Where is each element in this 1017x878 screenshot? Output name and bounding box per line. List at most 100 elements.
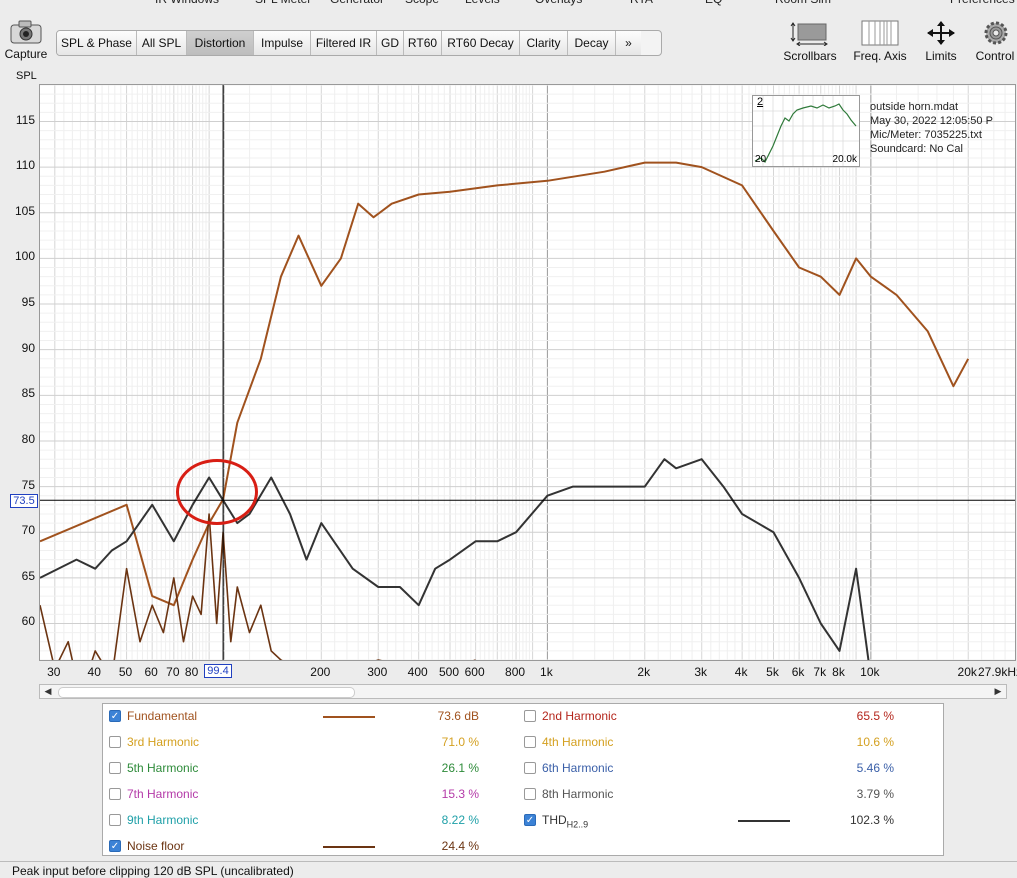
x-tick-label: 1k — [540, 665, 553, 679]
trace-checkbox[interactable]: ✓ — [109, 710, 121, 722]
menu-item[interactable]: SPL Meter — [255, 0, 311, 6]
legend-item-3rd-harmonic: 3rd Harmonic 71.0 % — [109, 734, 519, 752]
trace-value: 65.5 % — [856, 709, 894, 723]
x-tick-label: 2k — [637, 665, 651, 679]
trace-name: 5th Harmonic — [127, 761, 198, 775]
legend-item-fundamental: ✓ Fundamental 73.6 dB — [109, 708, 519, 726]
trace-checkbox[interactable] — [524, 762, 536, 774]
capture-label: Capture — [4, 47, 48, 61]
trace-checkbox[interactable] — [524, 788, 536, 800]
trace-name: 4th Harmonic — [542, 735, 613, 749]
tab-rt60-decay[interactable]: RT60 Decay — [442, 31, 520, 55]
tab-all-spl[interactable]: All SPL — [137, 31, 187, 55]
menu-item[interactable]: Overlays — [535, 0, 582, 6]
trace-name: 9th Harmonic — [127, 813, 198, 827]
trace-name-text: 7th Harmonic — [127, 787, 199, 801]
camera-icon — [10, 20, 42, 44]
measurement-thumbnail[interactable]: 2 20 20.0k — [752, 95, 860, 167]
x-tick-label: 60 — [144, 665, 158, 679]
tab-gd[interactable]: GD — [377, 31, 404, 55]
graph-canvas[interactable] — [40, 85, 1015, 660]
trace-value: 71.0 % — [441, 735, 479, 749]
scroll-left-icon[interactable]: ◀ — [41, 685, 55, 698]
trace-line-swatch — [323, 716, 375, 718]
x-tick-label: 30 — [47, 665, 61, 679]
gear-icon — [984, 21, 1008, 45]
capture-button[interactable]: Capture — [2, 18, 50, 64]
trace-name: 8th Harmonic — [542, 787, 613, 801]
trace-name: 6th Harmonic — [542, 761, 613, 775]
menu-item[interactable]: Levels — [465, 0, 500, 6]
menu-item[interactable]: EQ — [705, 0, 722, 6]
scrollbar-thumb[interactable] — [58, 687, 355, 698]
menu-item[interactable]: Scope — [405, 0, 439, 6]
trace-value: 3.79 % — [856, 787, 894, 801]
menu-item[interactable]: Preferences — [950, 0, 1015, 6]
trace-name: 7th Harmonic — [127, 787, 198, 801]
x-tick-label: 400 — [407, 665, 428, 679]
legend-item-7th-harmonic: 7th Harmonic 15.3 % — [109, 786, 519, 804]
trace-name: 3rd Harmonic — [127, 735, 199, 749]
trace-name: Fundamental — [127, 709, 197, 723]
distortion-graph[interactable] — [39, 84, 1016, 661]
status-text: Peak input before clipping 120 dB SPL (u… — [12, 864, 294, 878]
trace-name-text: 2nd Harmonic — [542, 709, 617, 723]
thumbnail-x-end: 20.0k — [832, 154, 857, 165]
legend-item-9th-harmonic: 9th Harmonic 8.22 % — [109, 812, 519, 830]
x-tick-label: 27.9kHz — [977, 665, 1017, 679]
y-tick-label: 90 — [21, 340, 35, 355]
trace-checkbox[interactable] — [524, 710, 536, 722]
tab-more[interactable]: » — [616, 31, 641, 55]
tab-distortion[interactable]: Distortion — [187, 31, 254, 55]
trace-name-text: 8th Harmonic — [542, 787, 614, 801]
trace-name: THDH2..9 — [542, 813, 588, 829]
y-tick-label: 105 — [14, 203, 35, 218]
x-tick-label: 600 — [464, 665, 485, 679]
trace-name-text: Noise floor — [127, 839, 185, 853]
legend-item-6th-harmonic: 6th Harmonic 5.46 % — [524, 760, 934, 778]
trace-checkbox[interactable] — [524, 736, 536, 748]
menu-item[interactable]: RTA — [630, 0, 653, 6]
trace-checkbox[interactable] — [109, 814, 121, 826]
tab-decay[interactable]: Decay — [568, 31, 616, 55]
scroll-right-icon[interactable]: ▶ — [991, 685, 1005, 698]
legend-item-noise-floor: ✓ Noise floor 24.4 % — [109, 838, 519, 856]
tab-clarity[interactable]: Clarity — [520, 31, 568, 55]
thumbnail-index: 2 — [757, 96, 764, 108]
menu-item[interactable]: IR Windows — [155, 0, 219, 6]
y-axis-unit: SPL — [16, 70, 37, 82]
y-tick-label: 85 — [21, 386, 35, 401]
legend-item-5th-harmonic: 5th Harmonic 26.1 % — [109, 760, 519, 778]
x-tick-label: 50 — [118, 665, 133, 679]
legend-item-8th-harmonic: 8th Harmonic 3.79 % — [524, 786, 934, 804]
trace-value: 24.4 % — [441, 839, 479, 853]
tab-impulse[interactable]: Impulse — [254, 31, 311, 55]
cursor-level-readout[interactable]: 73.5 — [10, 494, 38, 508]
tab-filtered-ir[interactable]: Filtered IR — [311, 31, 377, 55]
thumbnail-x-start: 20 — [755, 154, 767, 165]
trace-checkbox[interactable]: ✓ — [524, 814, 536, 826]
trace-checkbox[interactable] — [109, 788, 121, 800]
trace-legend: ✓ Fundamental 73.6 dB 2nd Harmonic 65.5 % 3rd… — [102, 703, 944, 856]
control-label: Control — [975, 49, 1015, 63]
menu-item[interactable]: Generator — [330, 0, 384, 6]
trace-name-text: THD — [542, 813, 567, 827]
horizontal-scrollbar[interactable]: ◀ ▶ — [39, 684, 1007, 699]
y-tick-label: 65 — [21, 568, 35, 583]
tab-spl-phase[interactable]: SPL & Phase — [57, 31, 137, 55]
menu-bar: IR Windows SPL Meter Generator Scope Levels O… — [0, 0, 1017, 14]
legend-item-2nd-harmonic: 2nd Harmonic 65.5 % — [524, 708, 934, 726]
trace-value: 73.6 dB — [437, 709, 479, 723]
trace-name-text: 6th Harmonic — [542, 761, 614, 775]
limits-icon — [927, 21, 955, 45]
trace-value: 102.3 % — [849, 813, 894, 827]
info-mic: Mic/Meter: 7035225.txt — [870, 129, 982, 141]
trace-checkbox[interactable] — [109, 736, 121, 748]
x-tick-label: 7k — [813, 665, 827, 679]
cursor-frequency-readout[interactable]: 99.4 — [204, 664, 232, 678]
menu-item[interactable]: Room Sim — [775, 0, 831, 6]
x-tick-label: 20k — [957, 665, 977, 679]
trace-checkbox[interactable] — [109, 762, 121, 774]
tab-rt60[interactable]: RT60 — [404, 31, 442, 55]
trace-checkbox[interactable]: ✓ — [109, 840, 121, 852]
